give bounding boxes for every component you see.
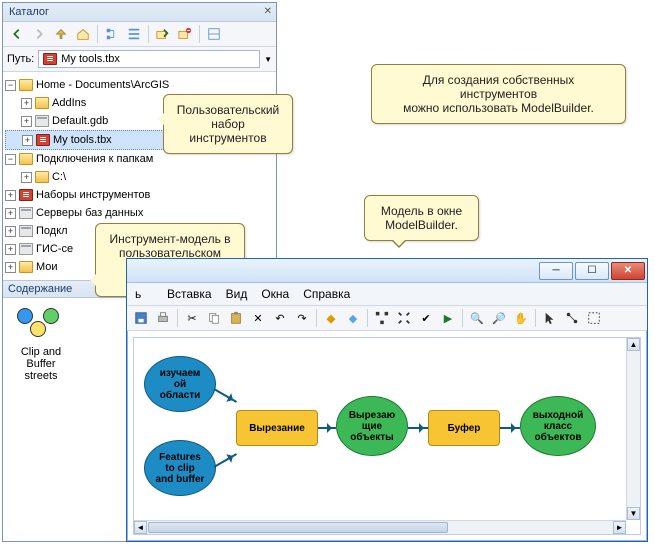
pan-icon[interactable]: ✋ — [511, 308, 531, 328]
model-icon — [17, 308, 65, 346]
callout-toolbox: Пользовательский набор инструментов — [163, 94, 293, 154]
folder-icon — [35, 171, 49, 183]
dropdown-icon[interactable]: ▼ — [264, 55, 272, 64]
full-extent-icon[interactable] — [394, 308, 414, 328]
toolbox-icon — [43, 53, 57, 65]
expand-icon[interactable]: + — [22, 135, 33, 146]
list-view-icon[interactable] — [124, 24, 144, 44]
modelbuilder-window: ─ ☐ ✕ ь Вставка Вид Окна Справка ✂ ✕ ↶ ↷… — [126, 258, 648, 542]
connector — [318, 427, 336, 429]
paste-icon[interactable] — [226, 308, 246, 328]
expand-icon[interactable]: + — [21, 116, 32, 127]
expand-icon[interactable]: + — [5, 262, 16, 273]
delete-icon[interactable]: ✕ — [248, 308, 268, 328]
run-icon[interactable]: ▶ — [438, 308, 458, 328]
callout-hint: Для создания собственных инструментов мо… — [371, 64, 626, 124]
connector — [214, 453, 238, 468]
mb-canvas[interactable]: изучаем ой области Features to clip and … — [133, 337, 641, 535]
node-data-mid[interactable]: Вырезаю щие объекты — [336, 396, 408, 456]
minimize-button[interactable]: ─ — [539, 262, 573, 280]
connect-folder-icon[interactable] — [153, 24, 173, 44]
toolbox-icon — [19, 189, 33, 201]
menu-view[interactable]: Вид — [226, 287, 248, 301]
model-label: Clip and Buffer streets — [21, 346, 61, 382]
toolbox-icon — [36, 134, 50, 146]
arrow-right-grey-icon[interactable] — [29, 24, 49, 44]
save-icon[interactable] — [131, 308, 151, 328]
model-item[interactable]: Clip and Buffer streets — [11, 308, 71, 382]
connector — [214, 388, 238, 403]
catalog-title: Каталог — [9, 6, 49, 18]
expand-icon[interactable]: + — [21, 172, 32, 183]
tree-item-home[interactable]: − Home - Documents\ArcGIS — [5, 76, 274, 94]
node-input-1[interactable]: изучаем ой области — [144, 356, 216, 412]
scrollbar-horizontal[interactable]: ◄ ► — [134, 520, 626, 534]
mb-titlebar: ─ ☐ ✕ — [127, 259, 647, 283]
up-icon[interactable] — [51, 24, 71, 44]
copy-icon[interactable] — [204, 308, 224, 328]
globe-icon — [19, 243, 33, 255]
scrollbar-vertical[interactable]: ▲▼ — [626, 338, 640, 520]
print-icon[interactable] — [153, 308, 173, 328]
close-button[interactable]: ✕ — [611, 262, 645, 280]
mb-menubar: ь Вставка Вид Окна Справка — [127, 283, 647, 306]
redo-icon[interactable]: ↷ — [292, 308, 312, 328]
connector — [408, 427, 428, 429]
folder-icon — [19, 79, 33, 91]
select-all-icon[interactable] — [584, 308, 604, 328]
node-tool-buffer[interactable]: Буфер — [428, 410, 500, 446]
expand-icon[interactable]: + — [5, 208, 16, 219]
zoom-in-icon[interactable]: 🔍 — [467, 308, 487, 328]
tree-item-c-drive[interactable]: + C:\ — [5, 168, 274, 186]
folder-icon — [19, 261, 33, 273]
connector — [500, 427, 520, 429]
server-icon — [19, 207, 33, 219]
disconnect-folder-icon[interactable] — [175, 24, 195, 44]
scrollbar-thumb[interactable] — [148, 522, 448, 533]
node-output[interactable]: выходной класс объектов — [520, 396, 596, 456]
collapse-icon[interactable]: − — [5, 154, 16, 165]
expand-icon[interactable]: + — [5, 244, 16, 255]
expand-icon[interactable]: + — [21, 98, 32, 109]
path-label: Путь: — [7, 53, 34, 65]
close-icon[interactable]: ✕ — [264, 6, 272, 17]
cut-icon[interactable]: ✂ — [182, 308, 202, 328]
menu-windows[interactable]: Окна — [261, 287, 289, 301]
path-row: Путь: My tools.tbx ▼ — [3, 47, 276, 72]
menu-help[interactable]: Справка — [303, 287, 350, 301]
path-field[interactable]: My tools.tbx — [38, 50, 260, 68]
tree-item-db-servers[interactable]: + Серверы баз данных — [5, 204, 274, 222]
menu-trunc[interactable]: ь — [135, 287, 153, 301]
arrow-left-icon[interactable] — [7, 24, 27, 44]
catalog-toolbar — [3, 22, 276, 47]
expand-icon[interactable]: + — [5, 226, 16, 237]
mb-toolbar: ✂ ✕ ↶ ↷ ◆ ◆ ✔ ▶ 🔍 🔎 ✋ — [127, 306, 647, 331]
auto-layout-icon[interactable] — [372, 308, 392, 328]
node-input-2[interactable]: Features to clip and buffer — [144, 440, 216, 496]
expand-icon[interactable]: + — [5, 190, 16, 201]
folder-icon — [19, 153, 33, 165]
zoom-out-icon[interactable]: 🔎 — [489, 308, 509, 328]
folder-icon — [35, 97, 49, 109]
validate-icon[interactable]: ✔ — [416, 308, 436, 328]
add-data-icon[interactable]: ◆ — [321, 308, 341, 328]
maximize-button[interactable]: ☐ — [575, 262, 609, 280]
database-icon — [19, 225, 33, 237]
undo-icon[interactable]: ↶ — [270, 308, 290, 328]
connect-icon[interactable] — [562, 308, 582, 328]
menu-insert[interactable]: Вставка — [167, 287, 212, 301]
select-icon[interactable] — [540, 308, 560, 328]
path-value: My tools.tbx — [61, 53, 120, 65]
geodatabase-icon — [35, 115, 49, 127]
tree-view-icon[interactable] — [102, 24, 122, 44]
callout-mb-window: Модель в окне ModelBuilder. — [364, 195, 479, 241]
catalog-titlebar: Каталог ✕ — [3, 3, 276, 22]
toggle-icon[interactable] — [204, 24, 224, 44]
node-tool-clip[interactable]: Вырезание — [236, 410, 318, 446]
collapse-icon[interactable]: − — [5, 80, 16, 91]
tree-item-toolboxes[interactable]: + Наборы инструментов — [5, 186, 274, 204]
home-icon[interactable] — [73, 24, 93, 44]
add-tool-icon[interactable]: ◆ — [343, 308, 363, 328]
